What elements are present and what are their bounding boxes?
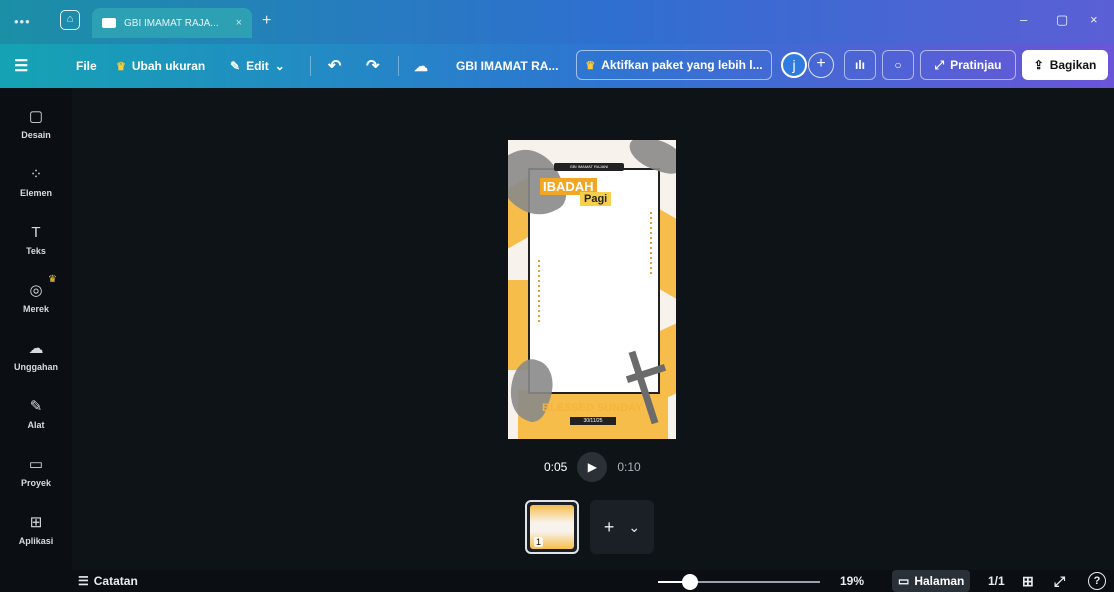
left-sidebar: ▢ Desain ⁘ Elemen T Teks ♛ ◎ Merek ☁ Ung… xyxy=(0,88,72,592)
window-minimize-button[interactable]: – xyxy=(1020,12,1027,27)
sidebar-item-design[interactable]: ▢ Desain xyxy=(0,96,72,152)
design-page[interactable]: GBI IMAMAT RAJANI IBADAH Pagi BLESSED SU… xyxy=(508,140,676,439)
zoom-level[interactable]: 19% xyxy=(840,572,864,590)
toolbar-divider xyxy=(310,56,311,76)
sidebar-item-label: Alat xyxy=(27,420,45,430)
upgrade-button[interactable]: ♛ Aktifkan paket yang lebih l... xyxy=(576,50,772,80)
notes-icon: ☰ xyxy=(78,574,89,588)
page-number: 1 xyxy=(534,537,544,547)
grid-view-icon[interactable]: ⊞ xyxy=(1022,572,1034,590)
sidebar-item-label: Merek xyxy=(22,304,49,314)
sidebar-item-label: Teks xyxy=(26,246,46,256)
bottom-bar: ☰ Catatan 19% ▭ Halaman 1/1 ⊞ ⤢ ? xyxy=(72,570,1114,592)
preview-label: Pratinjau xyxy=(950,58,1002,72)
add-page-button[interactable]: + ⌄ xyxy=(590,500,654,554)
apps-icon: ⊞ xyxy=(29,514,43,531)
browser-titlebar: ••• ⌂ GBI IMAMAT RAJA... × + – ▢ × xyxy=(0,0,1114,44)
browser-menu-dots[interactable]: ••• xyxy=(14,14,31,29)
comment-icon: ○ xyxy=(894,58,902,72)
page-count: 1/1 xyxy=(988,574,1005,588)
folder-icon: ▭ xyxy=(28,456,44,473)
thumbnail-preview: 1 xyxy=(530,505,574,549)
sidebar-item-apps[interactable]: ⊞ Aplikasi xyxy=(0,502,72,558)
chevron-down-icon: ⌄ xyxy=(274,59,285,73)
plus-icon[interactable]: + xyxy=(604,517,615,538)
dot-column xyxy=(650,212,652,276)
sidebar-item-brand[interactable]: ♛ ◎ Merek xyxy=(0,270,72,326)
notes-button[interactable]: ☰ Catatan xyxy=(78,572,138,590)
sidebar-item-label: Aplikasi xyxy=(18,536,54,546)
browser-tab[interactable]: GBI IMAMAT RAJA... × xyxy=(92,8,252,38)
sidebar-item-label: Desain xyxy=(21,130,51,140)
bar-chart-icon: ılı xyxy=(854,58,865,72)
sidebar-item-uploads[interactable]: ☁ Unggahan xyxy=(0,328,72,384)
resize-label: Ubah ukuran xyxy=(131,59,206,73)
add-collaborator-button[interactable]: + xyxy=(808,52,834,78)
video-icon xyxy=(102,18,116,28)
current-time: 0:05 xyxy=(544,460,568,474)
playback-controls: 0:05 ▶ 0:10 xyxy=(544,452,641,482)
file-menu[interactable]: File xyxy=(76,44,97,88)
design-date: 30/11/25 xyxy=(570,417,616,425)
design-subtitle: Pagi xyxy=(580,192,612,206)
undo-button[interactable]: ↶ xyxy=(328,44,341,88)
comment-button[interactable]: ○ xyxy=(882,50,914,80)
draw-icon: ✎ xyxy=(29,398,43,415)
window-close-button[interactable]: × xyxy=(1090,12,1098,27)
avatar[interactable]: j xyxy=(781,52,807,78)
pages-label: Halaman xyxy=(914,574,965,588)
play-button[interactable]: ▶ xyxy=(577,452,608,482)
insights-button[interactable]: ılı xyxy=(844,50,876,80)
sidebar-item-label: Proyek xyxy=(20,478,52,488)
fullscreen-icon[interactable]: ⤢ xyxy=(1054,572,1065,590)
brand-icon: ◎ xyxy=(29,282,43,299)
pages-button[interactable]: ▭ Halaman xyxy=(892,570,971,592)
church-logo-label: GBI IMAMAT RAJANI xyxy=(554,163,624,171)
redo-button[interactable]: ↷ xyxy=(366,44,379,88)
pencil-icon: ✎ xyxy=(230,59,241,73)
sidebar-item-label: Unggahan xyxy=(14,362,58,372)
resize-button[interactable]: ♛ Ubah ukuran xyxy=(116,44,205,88)
crown-icon: ♛ xyxy=(116,60,126,73)
help-button[interactable]: ? xyxy=(1088,572,1106,590)
cloud-upload-icon: ☁ xyxy=(28,340,44,357)
preview-button[interactable]: ⤢ Pratinjau xyxy=(920,50,1016,80)
expand-icon: ⤢ xyxy=(934,57,945,72)
edit-label: Edit xyxy=(246,59,269,73)
sidebar-item-tools[interactable]: ✎ Alat xyxy=(0,386,72,442)
edit-menu[interactable]: ✎ Edit ⌄ xyxy=(230,44,285,88)
crown-icon: ♛ xyxy=(585,59,596,72)
page-thumbnail[interactable]: 1 xyxy=(525,500,579,554)
text-icon: T xyxy=(31,224,41,241)
upload-icon: ⇪ xyxy=(1033,58,1044,72)
cloud-save-icon[interactable]: ☁ xyxy=(414,44,428,88)
tab-title: GBI IMAMAT RAJA... xyxy=(124,17,219,29)
design-blessed-text: BLESSED SUNDAY xyxy=(542,402,643,414)
chevron-down-icon[interactable]: ⌄ xyxy=(628,519,640,536)
dot-column xyxy=(538,260,540,322)
document-title[interactable]: GBI IMAMAT RA... xyxy=(456,44,558,88)
shapes-icon: ⁘ xyxy=(29,166,43,183)
sidebar-item-elements[interactable]: ⁘ Elemen xyxy=(0,154,72,210)
pages-icon: ▭ xyxy=(898,574,910,588)
sidebar-item-label: Elemen xyxy=(19,188,52,198)
share-label: Bagikan xyxy=(1049,58,1097,72)
home-icon[interactable]: ⌂ xyxy=(60,10,80,30)
new-tab-button[interactable]: + xyxy=(262,12,271,30)
crown-icon: ♛ xyxy=(48,274,57,285)
total-time: 0:10 xyxy=(617,460,641,474)
upgrade-label: Aktifkan paket yang lebih l... xyxy=(601,58,763,72)
menu-icon[interactable]: ☰ xyxy=(14,44,28,88)
tab-close-button[interactable]: × xyxy=(236,17,242,29)
share-button[interactable]: ⇪ Bagikan xyxy=(1022,50,1108,80)
layout-icon: ▢ xyxy=(28,108,44,125)
sidebar-item-text[interactable]: T Teks xyxy=(0,212,72,268)
zoom-slider-handle[interactable] xyxy=(682,574,698,590)
play-icon: ▶ xyxy=(587,460,597,474)
editor-toolbar: ☰ File ♛ Ubah ukuran ✎ Edit ⌄ ↶ ↷ ☁ GBI … xyxy=(0,44,1114,88)
notes-label: Catatan xyxy=(93,574,138,588)
toolbar-divider xyxy=(398,56,399,76)
sidebar-item-projects[interactable]: ▭ Proyek xyxy=(0,444,72,500)
window-restore-button[interactable]: ▢ xyxy=(1056,12,1068,28)
